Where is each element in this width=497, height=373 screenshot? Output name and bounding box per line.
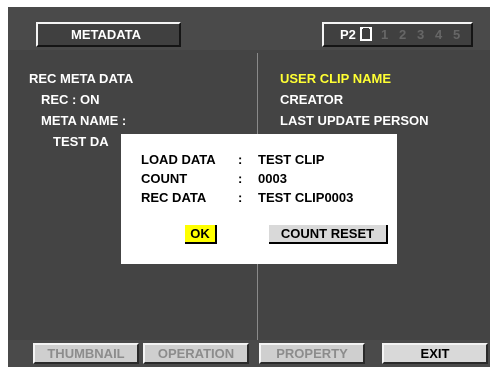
header-bar: METADATA P2 1 2 3 4 5 [8,7,490,50]
footer-bar: THUMBNAIL OPERATION PROPERTY EXIT [8,340,490,367]
menu-item-creator[interactable]: CREATOR [280,92,343,107]
dialog-row-count: COUNT:0003 [141,171,287,186]
card-slot-indicator: P2 1 2 3 4 5 [322,22,473,47]
metadata-screen: METADATA P2 1 2 3 4 5 REC META DATA REC … [8,7,490,367]
meta-name-label: META NAME : [41,113,127,128]
rec-meta-data-heading: REC META DATA [29,71,134,86]
slot-4: 4 [435,27,443,42]
thumbnail-button[interactable]: THUMBNAIL [33,343,139,364]
slot-3: 3 [417,27,425,42]
slot-2: 2 [399,27,407,42]
ok-button[interactable]: OK [185,225,217,244]
operation-button[interactable]: OPERATION [143,343,249,364]
dialog-value: 0003 [258,171,287,186]
dialog-row-rec-data: REC DATA: TEST CLIP0003 [141,190,353,205]
dialog-label: COUNT [141,171,188,186]
p2-card-icon [360,27,372,41]
dialog-label: REC DATA [141,190,207,205]
property-button[interactable]: PROPERTY [259,343,365,364]
rec-status: REC : ON [41,92,100,107]
load-data-dialog: LOAD DATA: TEST CLIP COUNT:0003 REC DATA:… [121,134,397,264]
dialog-value: TEST CLIP0003 [258,190,354,205]
screen-title-label: METADATA [71,27,142,42]
meta-name-value: TEST DA [53,134,109,149]
count-reset-button[interactable]: COUNT RESET [269,225,388,244]
dialog-value: TEST CLIP [258,152,325,167]
dialog-colon: : [238,152,243,167]
slot-5: 5 [453,27,461,42]
menu-item-last-update-person[interactable]: LAST UPDATE PERSON [280,113,429,128]
dialog-colon: : [238,171,243,186]
exit-button[interactable]: EXIT [382,343,488,364]
dialog-row-load-data: LOAD DATA: TEST CLIP [141,152,324,167]
p2-label: P2 [340,27,356,42]
dialog-label: LOAD DATA [141,152,216,167]
menu-item-user-clip-name[interactable]: USER CLIP NAME [280,71,391,86]
dialog-colon: : [238,190,243,205]
slot-1: 1 [381,27,389,42]
screen-title: METADATA [36,22,181,47]
